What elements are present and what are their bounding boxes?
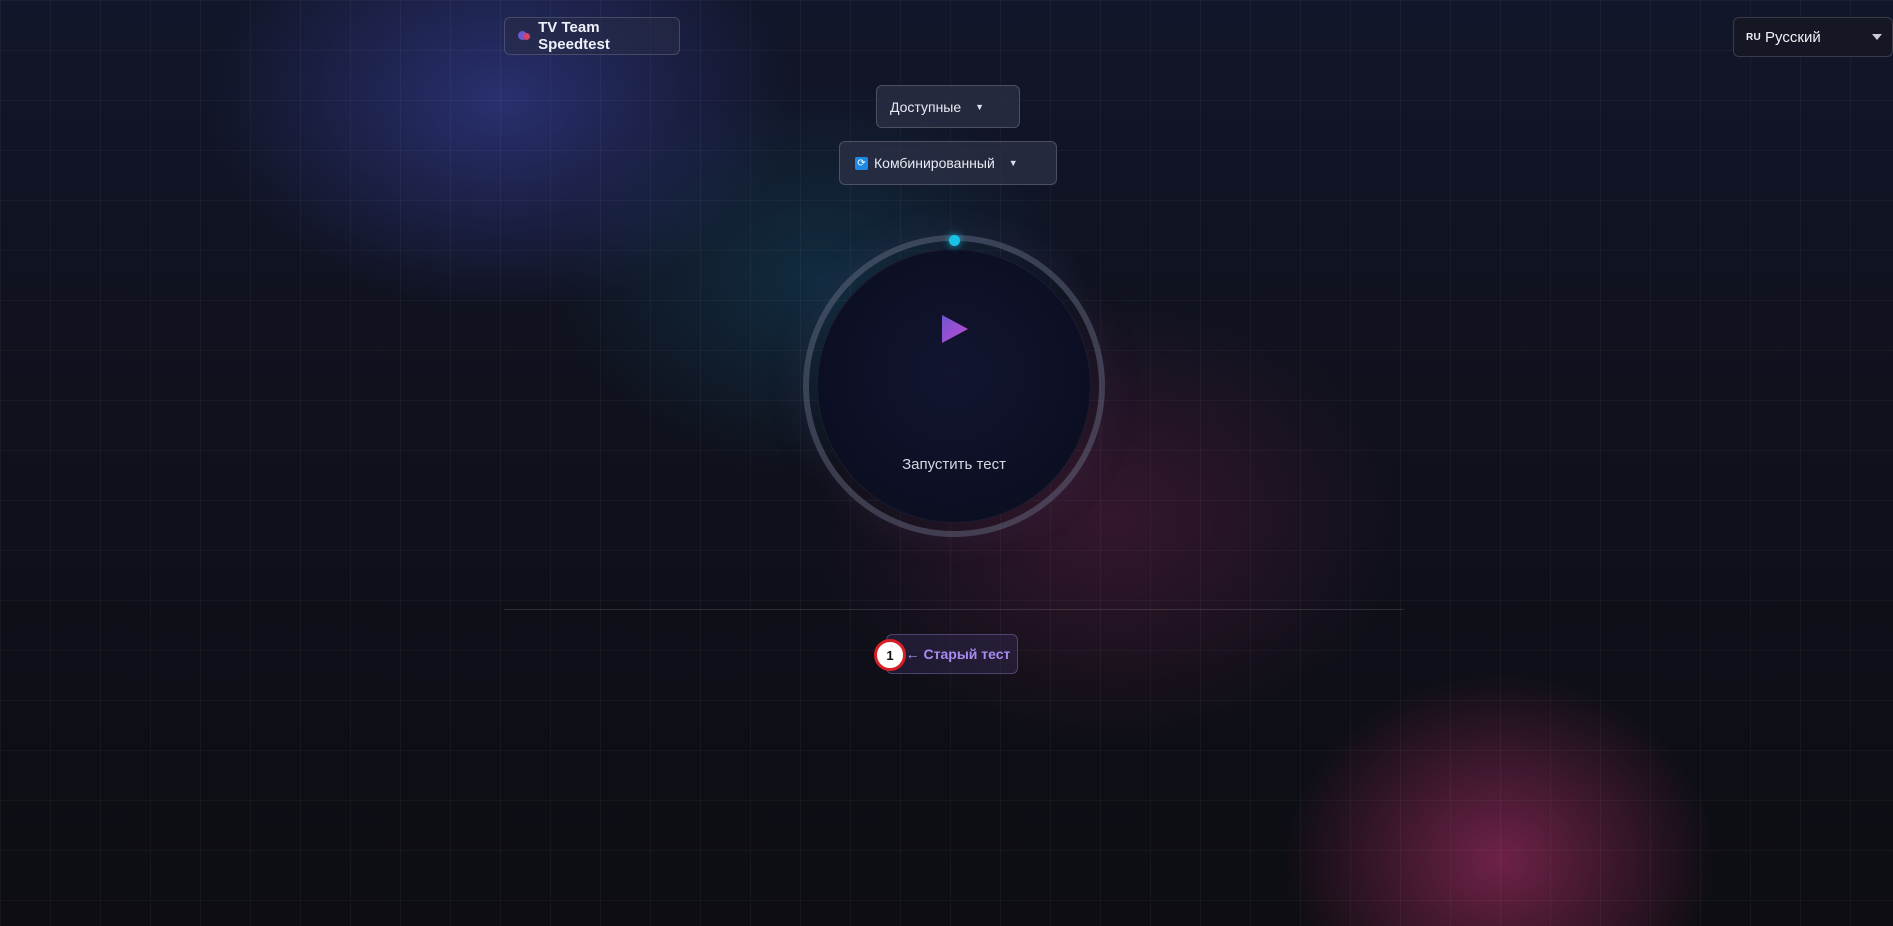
- gauge-indicator-dot: [949, 235, 960, 246]
- language-select[interactable]: RU Русский: [1733, 17, 1893, 57]
- annotation-badge: 1: [874, 639, 906, 671]
- speedtest-logo-icon: [517, 29, 531, 43]
- availability-dropdown[interactable]: Доступные ▼: [876, 85, 1020, 128]
- language-label: Русский: [1765, 28, 1821, 46]
- refresh-icon: ⟳: [855, 156, 868, 170]
- start-test-label[interactable]: Запустить тест: [853, 456, 1055, 473]
- availability-label: Доступные: [890, 98, 962, 115]
- badge-number: 1: [886, 647, 894, 663]
- test-mode-label: Комбинированный: [874, 155, 995, 171]
- test-mode-dropdown[interactable]: ⟳ Комбинированный ▼: [839, 141, 1057, 185]
- app-root: TV Team Speedtest RU Русский Доступные ▼…: [0, 0, 1893, 926]
- chevron-down-icon: [1872, 34, 1882, 40]
- section-divider: [504, 609, 1404, 610]
- start-test-button[interactable]: [817, 249, 1091, 523]
- language-code: RU: [1746, 31, 1762, 43]
- caret-down-icon: ▼: [975, 101, 985, 112]
- old-test-label: ← Старый тест: [905, 646, 1011, 662]
- brand-title: TV Team Speedtest: [538, 19, 610, 53]
- speed-gauge: [803, 235, 1105, 537]
- caret-down-icon: ▼: [1008, 158, 1018, 168]
- brand-header[interactable]: TV Team Speedtest: [504, 17, 680, 55]
